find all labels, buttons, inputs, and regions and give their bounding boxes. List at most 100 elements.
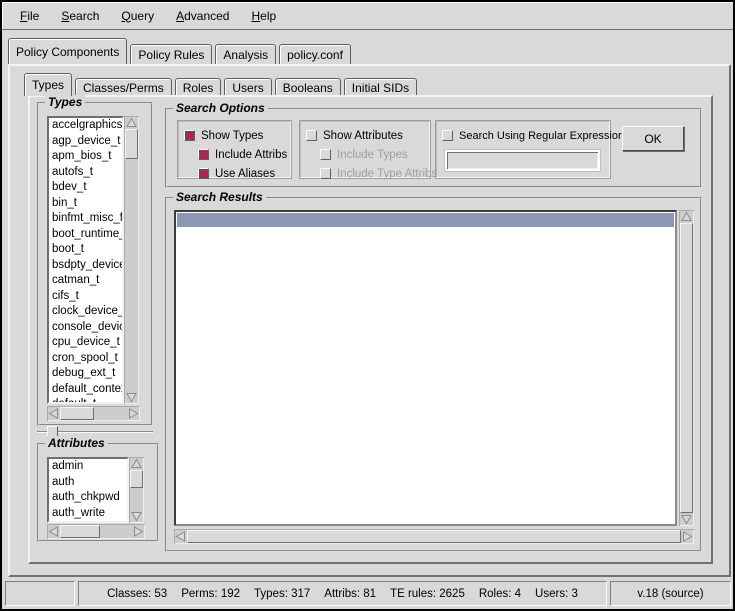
tab-classes-perms[interactable]: Classes/Perms [75, 78, 172, 96]
include-types-checkbox: Include Types [320, 145, 424, 164]
type-list-item[interactable]: debug_ext_t [49, 366, 122, 382]
scrollbar-trough[interactable] [187, 529, 681, 544]
type-list-item[interactable]: bsdpty_device_ [49, 258, 122, 274]
results-textarea[interactable] [174, 210, 677, 526]
attributes-vertical-scrollbar[interactable] [129, 457, 144, 523]
scrollbar-trough[interactable] [124, 129, 139, 391]
status-version-panel: v.18 (source) [610, 581, 731, 606]
menu-advanced[interactable]: Advanced [168, 7, 237, 25]
scroll-down-icon[interactable] [679, 513, 694, 526]
type-list-item[interactable]: bdev_t [49, 180, 122, 196]
regex-input[interactable] [445, 150, 600, 171]
show-attributes-group: Show Attributes Include Types Include Ty… [299, 120, 431, 179]
menu-help[interactable]: Help [243, 7, 284, 25]
tab-roles[interactable]: Roles [175, 78, 222, 96]
type-list-item[interactable]: console_device [49, 320, 122, 336]
scrollbar-thumb[interactable] [187, 530, 681, 543]
checkbox-label: Use Aliases [215, 168, 275, 180]
tab-policy-rules[interactable]: Policy Rules [130, 44, 212, 64]
type-list-item[interactable]: catman_t [49, 273, 122, 289]
scroll-right-icon[interactable] [681, 529, 694, 544]
scroll-up-icon[interactable] [679, 210, 694, 223]
menu-query[interactable]: Query [113, 7, 162, 25]
use-aliases-checkbox[interactable]: Use Aliases [198, 164, 285, 183]
attributes-horizontal-scrollbar[interactable] [47, 524, 145, 539]
scrollbar-trough[interactable] [129, 470, 144, 510]
scroll-down-icon[interactable] [129, 510, 144, 523]
checkbox-indicator [320, 168, 331, 179]
attribute-list-item[interactable]: auth_write [49, 506, 127, 522]
checkbox-label: Show Types [201, 130, 263, 142]
show-types-checkbox[interactable]: Show Types [184, 126, 285, 145]
types-listbox[interactable]: accelgraphics_eagp_device_tapm_bios_taut… [47, 116, 124, 404]
show-types-group: Show Types Include Attribs Use Aliases [177, 120, 292, 179]
types-horizontal-scrollbar[interactable] [47, 406, 140, 421]
regex-checkbox[interactable]: Search Using Regular Expression [442, 126, 604, 145]
scroll-up-icon[interactable] [124, 116, 139, 129]
results-vertical-scrollbar[interactable] [679, 210, 694, 526]
include-attribs-checkbox[interactable]: Include Attribs [198, 145, 285, 164]
scrollbar-trough[interactable] [679, 223, 694, 513]
tab-booleans[interactable]: Booleans [275, 78, 341, 96]
scrollbar-thumb[interactable] [680, 223, 693, 513]
sub-tab-bar: Types Classes/Perms Roles Users Booleans… [24, 73, 420, 96]
type-list-item[interactable]: binfmt_misc_fs [49, 211, 122, 227]
checkbox-label: Include Types [337, 149, 408, 161]
status-bar: Classes: 53Perms: 192Types: 317Attribs: … [2, 579, 733, 609]
type-list-item[interactable]: apm_bios_t [49, 149, 122, 165]
type-list-item[interactable]: cpu_device_t [49, 335, 122, 351]
attribute-list-item[interactable]: auth [49, 475, 127, 491]
scroll-down-icon[interactable] [124, 391, 139, 404]
scroll-left-icon[interactable] [174, 529, 187, 544]
types-page: Types accelgraphics_eagp_device_tapm_bio… [28, 95, 713, 564]
type-list-item[interactable]: agp_device_t [49, 134, 122, 150]
type-list-item[interactable]: cifs_t [49, 289, 122, 305]
search-results-title: Search Results [173, 190, 266, 204]
scroll-right-icon[interactable] [127, 406, 140, 421]
checkbox-indicator[interactable] [198, 149, 209, 160]
checkbox-indicator[interactable] [442, 130, 453, 141]
ok-button[interactable]: OK [622, 126, 684, 151]
attribute-list-item[interactable]: auth_chkpwd [49, 490, 127, 506]
type-list-item[interactable]: default_t [49, 397, 122, 404]
scroll-left-icon[interactable] [47, 524, 60, 539]
attributes-listbox[interactable]: adminauthauth_chkpwdauth_write [47, 457, 129, 523]
tab-initial-sids[interactable]: Initial SIDs [344, 78, 417, 96]
checkbox-label: Include Attribs [215, 149, 287, 161]
tab-analysis[interactable]: Analysis [215, 44, 276, 64]
type-list-item[interactable]: boot_runtime_t [49, 227, 122, 243]
attributes-groupbox-title: Attributes [45, 436, 108, 450]
results-horizontal-scrollbar[interactable] [174, 529, 694, 544]
menu-file[interactable]: File [12, 7, 47, 25]
scroll-up-icon[interactable] [129, 457, 144, 470]
tab-types[interactable]: Types [24, 73, 72, 96]
checkbox-indicator[interactable] [198, 168, 209, 179]
tab-policy-conf[interactable]: policy.conf [279, 44, 351, 64]
type-list-item[interactable]: boot_t [49, 242, 122, 258]
type-list-item[interactable]: cron_spool_t [49, 351, 122, 367]
type-list-item[interactable]: autofs_t [49, 165, 122, 181]
scroll-right-icon[interactable] [132, 524, 145, 539]
tab-users[interactable]: Users [224, 78, 271, 96]
scrollbar-thumb[interactable] [130, 470, 143, 488]
menu-search[interactable]: Search [53, 7, 107, 25]
scrollbar-thumb[interactable] [60, 525, 100, 538]
search-options-title: Search Options [173, 101, 268, 115]
show-attributes-checkbox[interactable]: Show Attributes [306, 126, 424, 145]
type-list-item[interactable]: default_context [49, 382, 122, 398]
scrollbar-thumb[interactable] [60, 407, 94, 420]
tab-policy-components[interactable]: Policy Components [8, 38, 127, 64]
scrollbar-trough[interactable] [60, 524, 132, 539]
types-vertical-scrollbar[interactable] [124, 116, 139, 404]
type-list-item[interactable]: bin_t [49, 196, 122, 212]
scrollbar-trough[interactable] [60, 406, 127, 421]
checkbox-label: Search Using Regular Expression [459, 130, 624, 142]
attribute-list-item[interactable]: admin [49, 459, 127, 475]
checkbox-indicator[interactable] [306, 130, 317, 141]
type-list-item[interactable]: accelgraphics_e [49, 118, 122, 134]
scrollbar-thumb[interactable] [125, 129, 138, 159]
type-list-item[interactable]: clock_device_t [49, 304, 122, 320]
scroll-left-icon[interactable] [47, 406, 60, 421]
search-options-groupbox: Search Options Show Types Include Attrib… [165, 108, 702, 188]
checkbox-indicator[interactable] [184, 130, 195, 141]
